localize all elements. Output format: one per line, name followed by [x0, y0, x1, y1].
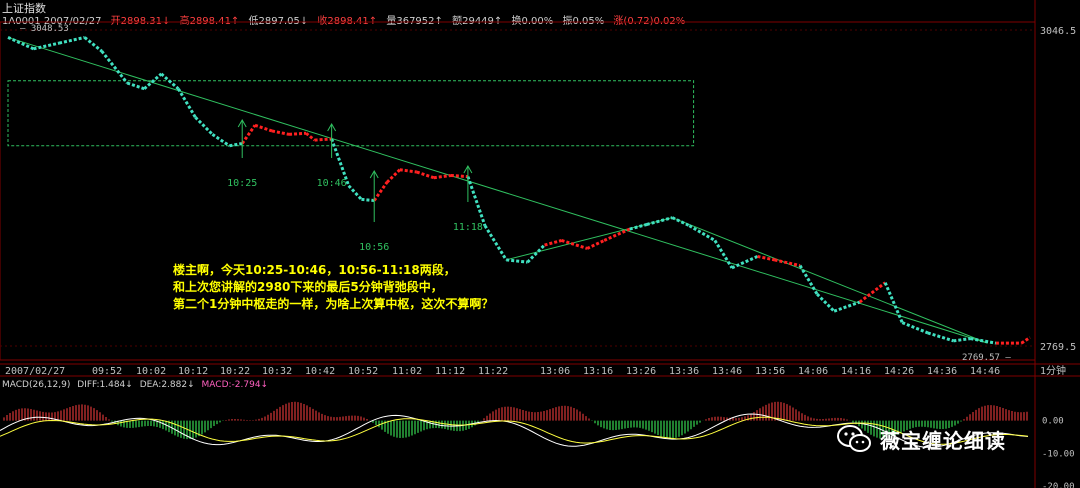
x-tick: 13:56 [755, 366, 785, 377]
macd-value: MACD:-2.794↓ [201, 380, 269, 390]
annotation-label: 10:25 [227, 178, 257, 189]
annotation-label: 10:56 [359, 242, 389, 253]
x-tick: 10:32 [262, 366, 292, 377]
return-line [672, 217, 988, 344]
price-segment [1020, 336, 1031, 345]
price-segment [586, 239, 605, 250]
x-tick: 13:06 [540, 366, 570, 377]
x-tick: 10:02 [136, 366, 166, 377]
macd-y-tick: 0.00 [1042, 417, 1064, 427]
price-segment [314, 137, 332, 142]
price-segment [83, 36, 103, 53]
price-segment [211, 133, 231, 148]
price-segment [254, 123, 273, 133]
watermark: 薇宝缠论细读 [836, 424, 1006, 454]
x-tick: 14:16 [841, 366, 871, 377]
x-tick: 11:22 [478, 366, 508, 377]
price-segment [399, 168, 417, 174]
x-tick: 09:52 [92, 366, 122, 377]
x-tick: 14:46 [970, 366, 1000, 377]
x-tick: 10:12 [178, 366, 208, 377]
price-segment [774, 258, 801, 268]
x-tick: 14:36 [927, 366, 957, 377]
price-segment [143, 72, 163, 90]
price-segment [816, 293, 836, 313]
pivot-box [7, 80, 695, 147]
price-segment [194, 116, 214, 136]
trend-line [7, 36, 988, 344]
price-segment [229, 142, 243, 148]
price-segment [240, 124, 257, 145]
high-price-label: — 3048.53 [20, 24, 69, 34]
question-line-3: 第二个1分钟中枢走的一样，为啥上次算中枢，这次不算啊？ [173, 297, 494, 311]
x-tick: 10:22 [220, 366, 250, 377]
macd-diff: DIFF:1.484↓ [77, 380, 133, 390]
x-tick: 13:26 [626, 366, 656, 377]
price-segment [58, 35, 85, 45]
question-line-1: 楼主啊，今天10:25-10:46，10:56-11:18两段， [173, 263, 456, 277]
price-chart: 10:25 10:46 10:56 11:18 — 3048.53 2769.57 — 3… [0, 0, 1080, 488]
price-segment [385, 168, 401, 184]
price-segment [100, 50, 129, 84]
price-segment [450, 173, 469, 179]
price-segment [433, 173, 452, 180]
annotation-label: 11:18 [453, 222, 483, 233]
x-tick: 13:46 [712, 366, 742, 377]
price-segment [671, 216, 690, 228]
x-tick: 13:36 [669, 366, 699, 377]
price-segment [544, 239, 562, 247]
price-segment [372, 181, 389, 202]
x-tick: 2007/02/27 [5, 366, 65, 377]
price-segment [126, 81, 145, 91]
macd-name: MACD(26,12,9) [2, 380, 71, 390]
watermark-text: 薇宝缠论细读 [880, 428, 1006, 453]
question-text: 楼主啊，今天10:25-10:46，10:56-11:18两段， 和上次您讲解的… [173, 262, 493, 313]
macd-y-tick: -20.00 [1042, 482, 1075, 488]
price-segment [361, 197, 375, 203]
price-segment [927, 331, 954, 343]
wechat-icon [837, 425, 871, 452]
price-segment [883, 282, 904, 324]
macd-dea: DEA:2.882↓ [139, 380, 195, 390]
x-tick: 10:42 [305, 366, 335, 377]
price-segment [483, 224, 508, 261]
x-tick: 13:16 [583, 366, 613, 377]
price-segment [288, 131, 307, 136]
annotation-label: 10:46 [317, 178, 347, 189]
price-segment [33, 41, 60, 51]
price-segment [271, 129, 290, 136]
price-segment [347, 184, 363, 201]
price-segment [858, 281, 887, 304]
price-segment [416, 170, 435, 180]
x-tick: 10:52 [348, 366, 378, 377]
macd-y-tick: -10.00 [1042, 449, 1075, 459]
price-segment [953, 337, 971, 343]
question-line-2: 和上次您讲解的2980下来的最后5分钟背弛段中， [173, 280, 443, 294]
y-tick: 2769.5 [1040, 342, 1076, 353]
x-tick: 11:12 [435, 366, 465, 377]
price-segment [833, 300, 861, 313]
macd-header: MACD(26,12,9) DIFF:1.484↓ DEA:2.882↓ MAC… [2, 380, 272, 390]
price-segment [506, 258, 528, 264]
price-segment [305, 132, 316, 142]
price-segment [731, 255, 759, 270]
price-segment [901, 321, 929, 335]
x-tick: 11:02 [392, 366, 422, 377]
x-tick: 14:26 [884, 366, 914, 377]
price-segment [713, 239, 734, 269]
low-price-label: 2769.57 — [962, 353, 1011, 363]
x-tick: 14:06 [798, 366, 828, 377]
y-tick: 3046.5 [1040, 26, 1076, 37]
period-label: 1分钟 [1040, 364, 1066, 377]
